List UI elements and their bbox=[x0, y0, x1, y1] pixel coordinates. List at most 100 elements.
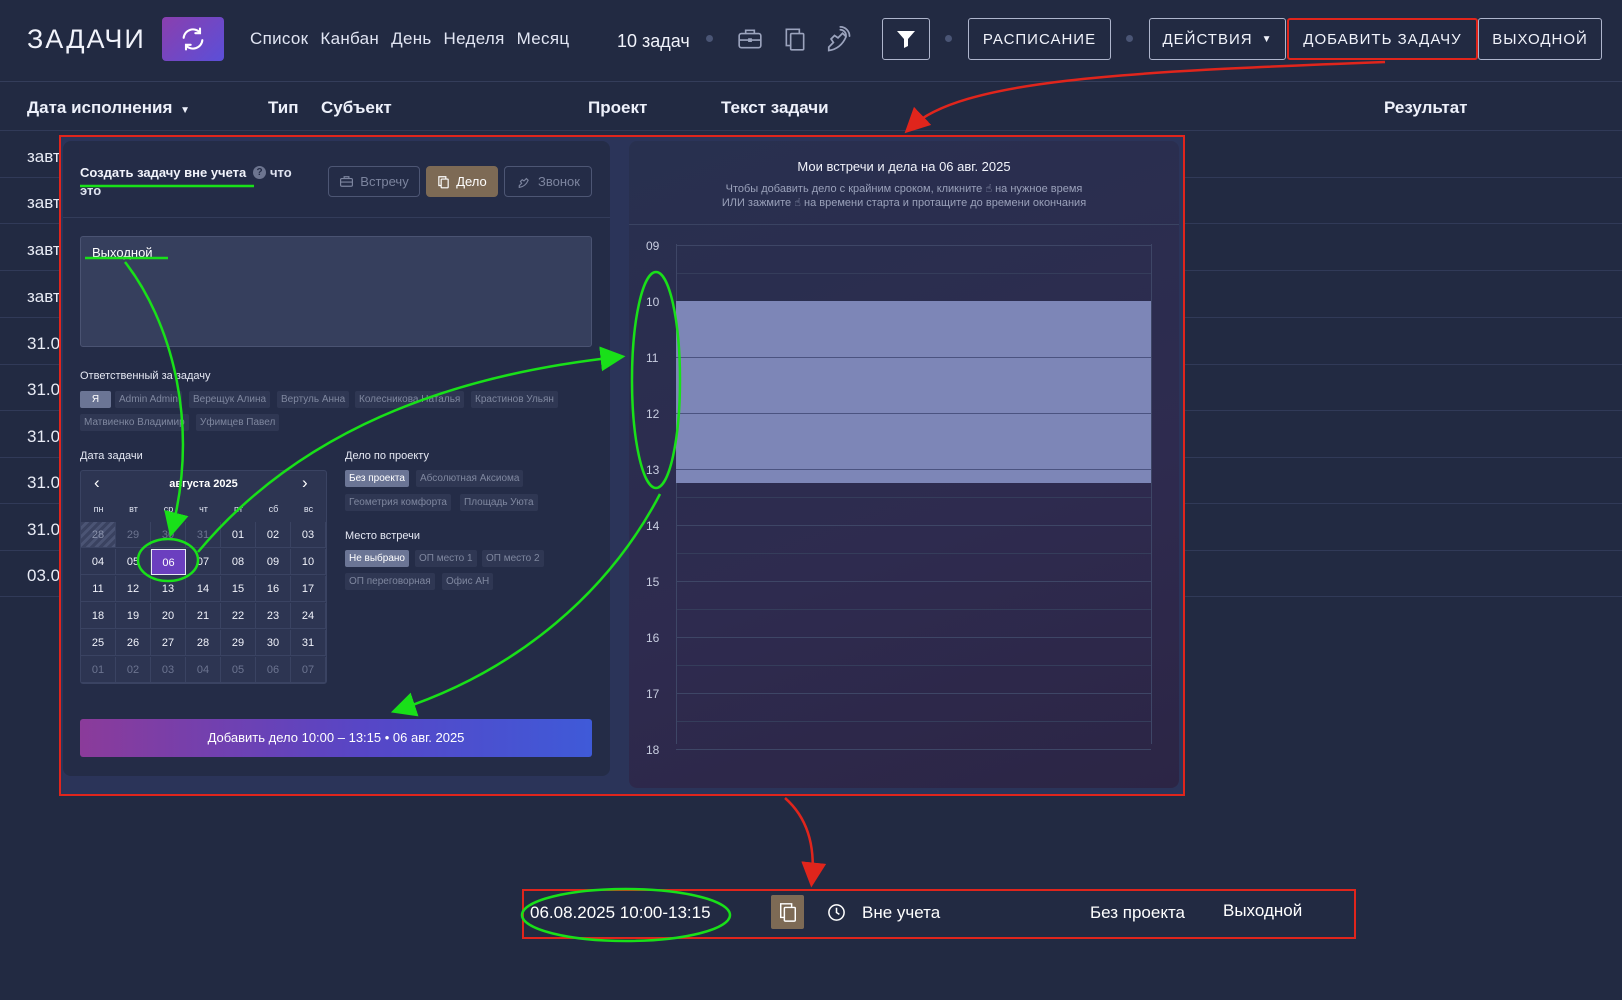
row-date: 31.0 bbox=[27, 427, 61, 446]
help-link[interactable]: что bbox=[270, 165, 292, 180]
responsible-chip[interactable]: Вертуль Анна bbox=[277, 391, 350, 408]
refresh-button[interactable] bbox=[162, 17, 224, 61]
calendar-day[interactable]: 18 bbox=[81, 603, 116, 629]
type-call-button[interactable]: Звонок bbox=[504, 166, 592, 197]
calendar-day[interactable]: 19 bbox=[116, 603, 151, 629]
task-count: 10 задач bbox=[617, 31, 690, 51]
calendar-day[interactable]: 07 bbox=[291, 657, 326, 683]
responsible-chip[interactable]: Я bbox=[80, 391, 111, 408]
next-month-button[interactable]: › bbox=[302, 473, 308, 493]
project-chip[interactable]: Площадь Уюта bbox=[460, 494, 538, 511]
calendar-day[interactable]: 29 bbox=[221, 630, 256, 656]
calendar-day[interactable]: 21 bbox=[186, 603, 221, 629]
calendar-day[interactable]: 01 bbox=[221, 522, 256, 548]
place-chip[interactable]: Офис АН bbox=[442, 573, 494, 590]
col-due-date-label: Дата исполнения bbox=[27, 98, 173, 117]
calendar-day[interactable]: 09 bbox=[256, 549, 291, 575]
calendar-day[interactable]: 01 bbox=[81, 657, 116, 683]
calendar-day[interactable]: 05 bbox=[221, 657, 256, 683]
meeting-filter-button[interactable] bbox=[735, 24, 765, 54]
calendar-day[interactable]: 29 bbox=[116, 522, 151, 548]
calendar-day[interactable]: 10 bbox=[291, 549, 326, 575]
task-filter-button[interactable] bbox=[780, 24, 810, 54]
help-link[interactable]: это bbox=[80, 183, 101, 198]
hour-label: 16 bbox=[646, 631, 660, 645]
calendar-day[interactable]: 04 bbox=[186, 657, 221, 683]
place-chip[interactable]: ОП переговорная bbox=[345, 573, 435, 590]
calendar-day[interactable]: 08 bbox=[221, 549, 256, 575]
calendar-day[interactable]: 22 bbox=[221, 603, 256, 629]
place-chip[interactable]: ОП место 2 bbox=[482, 550, 544, 567]
calendar-day[interactable]: 23 bbox=[256, 603, 291, 629]
type-meeting-button[interactable]: Встречу bbox=[328, 166, 420, 197]
calendar-day[interactable]: 31 bbox=[291, 630, 326, 656]
calendar-day[interactable]: 02 bbox=[256, 522, 291, 548]
calendar-day[interactable]: 05 bbox=[116, 549, 151, 575]
hour-label: 18 bbox=[646, 743, 660, 757]
add-task-submit-button[interactable]: Добавить дело 10:00 – 13:15 • 06 авг. 20… bbox=[80, 719, 592, 757]
calendar-day[interactable]: 03 bbox=[291, 522, 326, 548]
responsible-chip[interactable]: Крастинов Ульян bbox=[471, 391, 558, 408]
view-list[interactable]: Список bbox=[250, 29, 308, 49]
responsible-chip[interactable]: Admin Admin bbox=[115, 391, 182, 408]
calendar-day[interactable]: 27 bbox=[151, 630, 186, 656]
calendar-day[interactable]: 06 bbox=[151, 549, 186, 575]
col-due-date[interactable]: Дата исполнения ▼ bbox=[27, 98, 190, 118]
calendar-day[interactable]: 28 bbox=[186, 630, 221, 656]
task-text-input[interactable] bbox=[80, 236, 592, 347]
view-month[interactable]: Месяц bbox=[517, 29, 570, 49]
calendar-day[interactable]: 06 bbox=[256, 657, 291, 683]
hour-line bbox=[676, 469, 1151, 470]
calendar-day[interactable]: 17 bbox=[291, 576, 326, 602]
day-off-button[interactable]: ВЫХОДНОЙ bbox=[1478, 18, 1602, 60]
responsible-chip[interactable]: Верещук Алина bbox=[189, 391, 271, 408]
row-date: завт bbox=[27, 147, 61, 166]
calendar-day[interactable]: 02 bbox=[116, 657, 151, 683]
col-type: Тип bbox=[268, 98, 299, 117]
pointer-icon: ☝ bbox=[794, 197, 801, 209]
place-chip[interactable]: Не выбрано bbox=[345, 550, 409, 567]
schedule-button[interactable]: РАСПИСАНИЕ bbox=[968, 18, 1111, 60]
hint-text: на нужное время bbox=[995, 183, 1083, 195]
calendar-day[interactable]: 12 bbox=[116, 576, 151, 602]
calendar-day[interactable]: 26 bbox=[116, 630, 151, 656]
view-kanban[interactable]: Канбан bbox=[320, 29, 379, 49]
calendar-day[interactable]: 03 bbox=[151, 657, 186, 683]
calendar-day[interactable]: 15 bbox=[221, 576, 256, 602]
calendar-day[interactable]: 14 bbox=[186, 576, 221, 602]
calendar-day[interactable]: 31 bbox=[186, 522, 221, 548]
calendar-day[interactable]: 07 bbox=[186, 549, 221, 575]
calendar-day[interactable]: 24 bbox=[291, 603, 326, 629]
calendar-day[interactable]: 30 bbox=[151, 522, 186, 548]
calendar-day[interactable]: 11 bbox=[81, 576, 116, 602]
project-chip[interactable]: Абсолютная Аксиома bbox=[416, 470, 524, 487]
responsible-chip[interactable]: Колесникова Наталья bbox=[355, 391, 465, 408]
project-chip[interactable]: Геометрия комфорта bbox=[345, 494, 451, 511]
selected-time-block[interactable] bbox=[676, 301, 1151, 483]
call-filter-button[interactable] bbox=[823, 24, 853, 54]
calendar-day[interactable]: 13 bbox=[151, 576, 186, 602]
half-hour-line bbox=[676, 553, 1151, 554]
hour-line bbox=[676, 413, 1151, 414]
row-date: завт bbox=[27, 193, 61, 212]
responsible-chip[interactable]: Уфимцев Павел bbox=[196, 414, 280, 431]
calendar-day[interactable]: 25 bbox=[81, 630, 116, 656]
add-task-button[interactable]: ДОБАВИТЬ ЗАДАЧУ bbox=[1287, 18, 1478, 60]
calendar-day[interactable]: 16 bbox=[256, 576, 291, 602]
view-day[interactable]: День bbox=[391, 29, 431, 49]
actions-dropdown[interactable]: ДЕЙСТВИЯ ▼ bbox=[1149, 18, 1286, 60]
calendar-day[interactable]: 20 bbox=[151, 603, 186, 629]
red-arrow bbox=[784, 797, 827, 888]
view-switcher: Список Канбан День Неделя Месяц bbox=[250, 29, 569, 49]
place-chip[interactable]: ОП место 1 bbox=[415, 550, 477, 567]
type-task-button[interactable]: Дело bbox=[426, 166, 498, 197]
calendar-day[interactable]: 04 bbox=[81, 549, 116, 575]
half-hour-line bbox=[676, 497, 1151, 498]
project-chip[interactable]: Без проекта bbox=[345, 470, 409, 487]
responsible-chip[interactable]: Матвиенко Владимир bbox=[80, 414, 189, 431]
view-week[interactable]: Неделя bbox=[444, 29, 505, 49]
calendar-day[interactable]: 30 bbox=[256, 630, 291, 656]
calendar-day[interactable]: 28 bbox=[81, 522, 116, 548]
help-icon[interactable]: ? bbox=[253, 166, 266, 179]
filter-button[interactable] bbox=[882, 18, 930, 60]
